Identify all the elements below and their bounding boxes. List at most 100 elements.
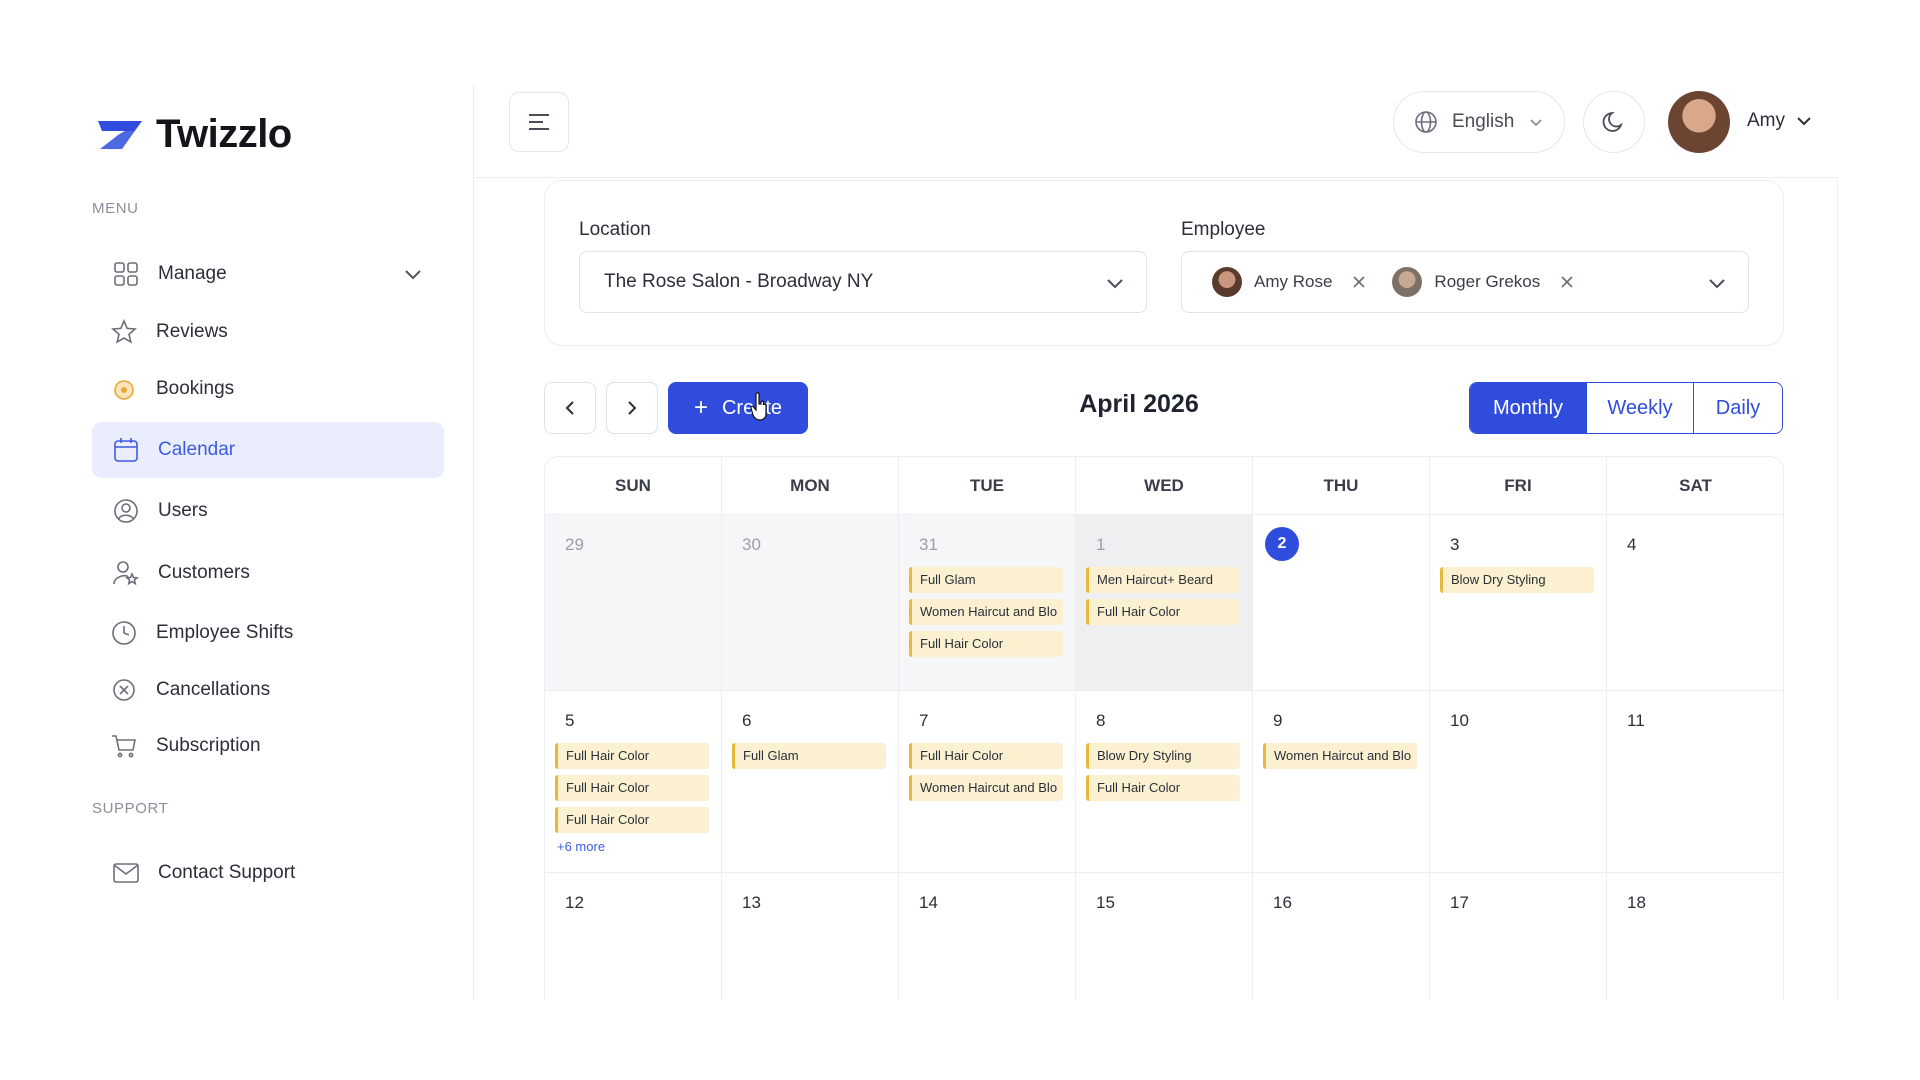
menu-section-label: MENU	[92, 200, 139, 217]
location-label: Location	[579, 219, 651, 240]
location-select[interactable]: The Rose Salon - Broadway NY	[579, 251, 1147, 313]
theme-toggle-button[interactable]	[1583, 91, 1645, 153]
sidebar-item-employee-shifts[interactable]: Employee Shifts	[92, 605, 444, 661]
calendar-day-cell[interactable]: 16	[1253, 873, 1430, 1000]
more-events-link[interactable]: +6 more	[557, 839, 605, 854]
day-number: 29	[565, 535, 584, 554]
calendar-day-cell[interactable]: 18	[1607, 873, 1783, 1000]
calendar-event[interactable]: Blow Dry Styling	[1086, 743, 1240, 769]
calendar-day-cell[interactable]: 17	[1430, 873, 1607, 1000]
employee-chip: Amy Rose	[1212, 267, 1366, 297]
calendar-day-cell[interactable]: 13	[722, 873, 899, 1000]
calendar-day-cell[interactable]: 7 Full Hair Color Women Haircut and Blo	[899, 691, 1076, 873]
support-section-label: SUPPORT	[92, 800, 169, 817]
app-name: Twizzlo	[156, 112, 292, 156]
close-icon[interactable]	[1560, 275, 1574, 289]
user-avatar[interactable]	[1668, 91, 1730, 153]
sidebar-item-contact-support[interactable]: Contact Support	[92, 845, 444, 901]
close-icon[interactable]	[1352, 275, 1366, 289]
sidebar-item-label: Employee Shifts	[156, 622, 294, 643]
sidebar-item-cancellations[interactable]: Cancellations	[92, 662, 444, 718]
calendar-event[interactable]: Full Hair Color	[909, 631, 1063, 657]
prev-month-button[interactable]	[544, 382, 596, 434]
user-name-label: Amy	[1747, 110, 1785, 131]
calendar-event[interactable]: Full Hair Color	[555, 775, 709, 801]
mouse-pointer-icon	[750, 392, 767, 421]
calendar-day-cell[interactable]: 2	[1253, 515, 1430, 691]
calendar-day-cell[interactable]: 11	[1607, 691, 1783, 873]
calendar-event[interactable]: Full Hair Color	[555, 807, 709, 833]
calendar-day-cell[interactable]: 15	[1076, 873, 1253, 1000]
calendar-event[interactable]: Women Haircut and Blo	[1263, 743, 1417, 769]
calendar-day-cell[interactable]: 9 Women Haircut and Blo	[1253, 691, 1430, 873]
employee-chip: Roger Grekos	[1392, 267, 1574, 297]
calendar-day-cell[interactable]: 1 Men Haircut+ Beard Full Hair Color	[1076, 515, 1253, 691]
next-month-button[interactable]	[606, 382, 658, 434]
sidebar-item-reviews[interactable]: Reviews	[92, 304, 444, 360]
view-weekly-button[interactable]: Weekly	[1586, 383, 1693, 433]
view-monthly-button[interactable]: Monthly	[1470, 383, 1586, 433]
employee-chip-label: Amy Rose	[1254, 272, 1333, 291]
day-number: 18	[1627, 893, 1646, 912]
calendar-day-cell[interactable]: 12	[545, 873, 722, 1000]
view-daily-button[interactable]: Daily	[1693, 383, 1782, 433]
user-menu[interactable]: Amy	[1747, 110, 1813, 132]
calendar-event[interactable]: Blow Dry Styling	[1440, 567, 1594, 593]
menu-toggle-button[interactable]	[509, 92, 569, 152]
calendar-event[interactable]: Full Glam	[732, 743, 886, 769]
weekday-header-sat: SAT	[1607, 457, 1783, 515]
clock-icon	[110, 619, 138, 647]
calendar-day-cell[interactable]: 8 Blow Dry Styling Full Hair Color	[1076, 691, 1253, 873]
calendar-event[interactable]: Full Hair Color	[909, 743, 1063, 769]
sidebar-item-subscription[interactable]: Subscription	[92, 718, 444, 774]
day-number: 10	[1450, 711, 1469, 730]
sidebar-item-calendar[interactable]: Calendar	[92, 422, 444, 478]
calendar-day-cell[interactable]: 5 Full Hair Color Full Hair Color Full Hair…	[545, 691, 722, 873]
sidebar-item-manage[interactable]: Manage	[92, 246, 444, 302]
day-number: 12	[565, 893, 584, 912]
calendar-day-cell[interactable]: 30	[722, 515, 899, 691]
calendar-day-cell[interactable]: 4	[1607, 515, 1783, 691]
chevron-down-icon[interactable]	[402, 263, 424, 285]
cart-icon	[110, 732, 138, 760]
logo[interactable]: Twizzlo	[94, 112, 292, 157]
calendar-event[interactable]: Men Haircut+ Beard	[1086, 567, 1240, 593]
day-number: 1	[1096, 535, 1106, 554]
view-switcher: Monthly Weekly Daily	[1469, 382, 1783, 434]
calendar-day-cell[interactable]: 14	[899, 873, 1076, 1000]
weekday-header-fri: FRI	[1430, 457, 1607, 515]
weekday-header-tue: TUE	[899, 457, 1076, 515]
chevron-down-icon	[1530, 119, 1542, 127]
calendar-event[interactable]: Full Glam	[909, 567, 1063, 593]
language-label: English	[1452, 111, 1515, 132]
weekday-header-sun: SUN	[545, 457, 722, 515]
calendar-event[interactable]: Women Haircut and Blo	[909, 599, 1063, 625]
filter-card: Location The Rose Salon - Broadway NY Em…	[544, 180, 1784, 346]
sidebar-item-label: Cancellations	[156, 679, 271, 700]
weekday-header-thu: THU	[1253, 457, 1430, 515]
employee-label: Employee	[1181, 219, 1266, 240]
calendar-event[interactable]: Women Haircut and Blo	[909, 775, 1063, 801]
calendar-day-cell[interactable]: 6 Full Glam	[722, 691, 899, 873]
x-circle-icon	[110, 676, 138, 704]
calendar-event[interactable]: Full Hair Color	[555, 743, 709, 769]
sidebar-item-customers[interactable]: Customers	[92, 545, 444, 601]
chevron-left-icon	[565, 401, 574, 415]
language-selector[interactable]: English	[1393, 91, 1565, 153]
calendar-day-cell[interactable]: 29	[545, 515, 722, 691]
sidebar-item-label: Users	[158, 500, 208, 521]
employee-multiselect[interactable]: Amy Rose Roger Grekos	[1181, 251, 1749, 313]
mail-icon	[112, 859, 140, 887]
calendar-event[interactable]: Full Hair Color	[1086, 775, 1240, 801]
calendar-day-cell[interactable]: 31 Full Glam Women Haircut and Blo Full Hai…	[899, 515, 1076, 691]
sidebar-item-users[interactable]: Users	[92, 483, 444, 539]
calendar-event[interactable]: Full Hair Color	[1086, 599, 1240, 625]
day-number: 5	[565, 711, 575, 730]
weekday-header-wed: WED	[1076, 457, 1253, 515]
calendar-day-cell[interactable]: 10	[1430, 691, 1607, 873]
sidebar-item-label: Calendar	[158, 439, 236, 460]
calendar-day-cell[interactable]: 3 Blow Dry Styling	[1430, 515, 1607, 691]
day-number: 6	[742, 711, 752, 730]
sidebar-item-bookings[interactable]: Bookings	[92, 361, 444, 417]
create-button[interactable]: + Create	[668, 382, 808, 434]
